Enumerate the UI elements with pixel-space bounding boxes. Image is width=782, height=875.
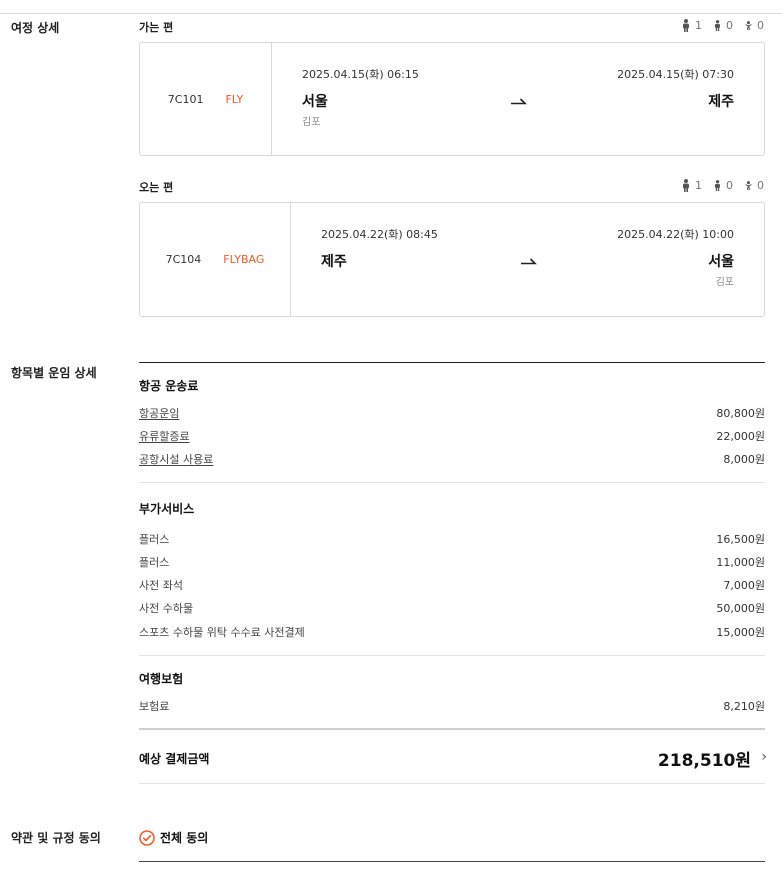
agree-all-label: 전체 동의: [160, 831, 209, 845]
infant-count: 0: [745, 179, 764, 192]
outbound-flight-card: 7C101 FLY 2025.04.15(화) 06:15 2025.04.15…: [139, 42, 765, 156]
travel-insurance-title: 여행보험: [139, 672, 184, 686]
inbound-arrival-city: 서울: [708, 254, 734, 270]
estimated-total-value[interactable]: 218,510원: [658, 746, 751, 771]
inbound-flight-number: 7C104: [165, 253, 202, 266]
estimated-total-label: 예상 결제금액: [139, 752, 210, 766]
infant-count-value: 0: [757, 179, 764, 192]
check-circle-icon: [139, 829, 155, 846]
adult-icon: [683, 179, 689, 192]
terms-bottom-divider: [139, 861, 765, 862]
fare-divider: [139, 482, 765, 483]
child-count-value: 0: [726, 19, 733, 32]
inbound-departure-time: 2025.04.22(화) 08:45: [321, 228, 438, 241]
infant-icon: [745, 21, 752, 30]
adult-count: 1: [682, 19, 702, 32]
fuel-surcharge-link[interactable]: 유류할증료: [139, 428, 190, 444]
inbound-departure-city: 제주: [321, 254, 347, 270]
infant-count-value: 0: [757, 19, 764, 32]
extra-service-value: 16,500원: [716, 533, 765, 546]
adult-count: 1: [682, 179, 702, 192]
outbound-fare-type: FLY: [225, 92, 244, 106]
outbound-departure-city: 서울: [302, 94, 328, 110]
extra-service-value: 7,000원: [723, 579, 765, 592]
extra-service-label: 사전 수하물: [139, 602, 194, 615]
airport-facility-fee-value: 8,000원: [723, 453, 765, 466]
child-icon: [715, 20, 720, 31]
top-divider: [0, 13, 782, 14]
outbound-departure-airport: 김포: [302, 117, 321, 128]
outbound-departure-time: 2025.04.15(화) 06:15: [302, 68, 419, 81]
child-count-value: 0: [726, 179, 733, 192]
air-transport-fee-title: 항공 운송료: [139, 379, 199, 393]
inbound-arrival-airport: 김포: [715, 277, 734, 288]
fuel-surcharge-value: 22,000원: [716, 430, 765, 443]
agree-all-checkbox[interactable]: 전체 동의: [139, 829, 208, 846]
inbound-flight-card: 7C104 FLYBAG 2025.04.22(화) 08:45 2025.04…: [139, 202, 765, 317]
extra-service-value: 50,000원: [716, 602, 765, 615]
arrow-right-icon: [521, 258, 537, 265]
inbound-title: 오는 편: [139, 181, 174, 194]
chevron-right-icon[interactable]: ›: [761, 749, 767, 765]
outbound-flight-number: 7C101: [167, 92, 204, 106]
infant-count: 0: [745, 19, 764, 32]
outbound-title: 가는 편: [139, 21, 174, 34]
inbound-arrival-time: 2025.04.22(화) 10:00: [617, 228, 734, 241]
outbound-flight-summary: 7C101 FLY: [140, 43, 272, 155]
inbound-fare-type: FLYBAG: [223, 253, 265, 266]
inbound-flight-summary: 7C104 FLYBAG: [140, 203, 291, 316]
fare-details-top-divider: [139, 362, 765, 363]
itinerary-section-label: 여정 상세: [11, 21, 60, 35]
adult-icon: [683, 19, 689, 32]
extra-service-value: 11,000원: [716, 556, 765, 569]
total-top-divider-shadow: [139, 729, 765, 730]
total-bottom-divider: [139, 783, 765, 784]
adult-count-value: 1: [695, 19, 702, 32]
outbound-arrival-city: 제주: [708, 94, 734, 110]
outbound-arrival-time: 2025.04.15(화) 07:30: [617, 68, 734, 81]
fare-divider: [139, 655, 765, 656]
outbound-passenger-count: 1 0 0: [682, 19, 764, 32]
extra-service-value: 15,000원: [716, 626, 765, 639]
air-fare-value: 80,800원: [716, 407, 765, 420]
extra-services-title: 부가서비스: [139, 502, 195, 516]
extra-service-label: 플러스: [139, 533, 170, 546]
adult-count-value: 1: [695, 179, 702, 192]
extra-service-label: 스포츠 수하물 위탁 수수료 사전결제: [139, 626, 305, 639]
extra-service-label: 사전 좌석: [139, 579, 183, 592]
child-icon: [715, 180, 720, 191]
infant-icon: [745, 181, 752, 190]
airport-facility-fee-link[interactable]: 공항시설 사용료: [139, 451, 213, 467]
extra-service-label: 플러스: [139, 556, 170, 569]
child-count: 0: [714, 179, 733, 192]
inbound-passenger-count: 1 0 0: [682, 179, 764, 192]
air-fare-link[interactable]: 항공운임: [139, 405, 179, 421]
fare-details-section-label: 항목별 운임 상세: [11, 366, 97, 380]
insurance-fee-value: 8,210원: [723, 700, 765, 713]
insurance-fee-label: 보험료: [139, 700, 170, 713]
child-count: 0: [714, 19, 733, 32]
terms-section-label: 약관 및 규정 동의: [11, 831, 101, 845]
arrow-right-icon: [511, 98, 527, 105]
